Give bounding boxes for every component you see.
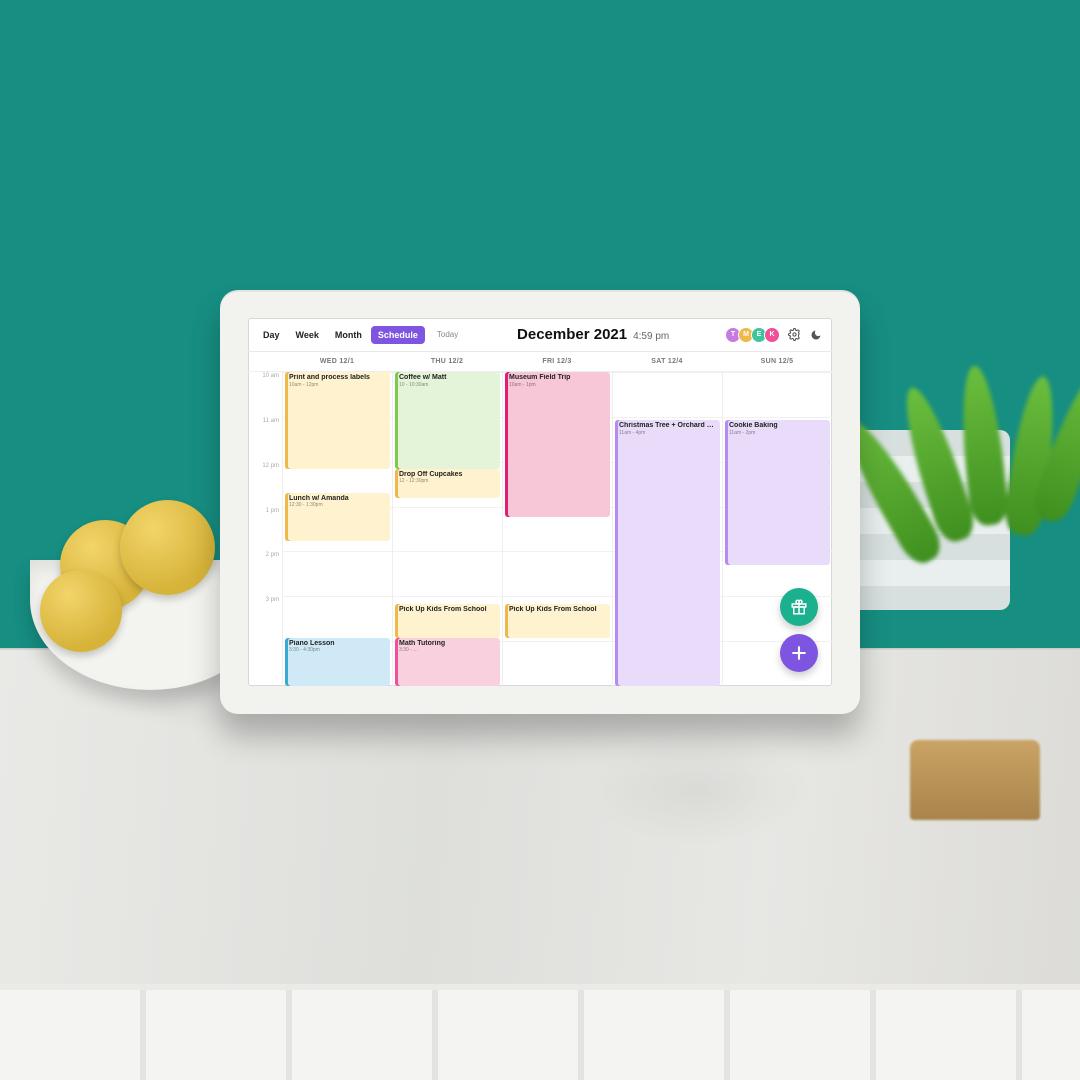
- event-time: 12 - 12:30pm: [399, 478, 496, 484]
- day-header: FRI 12/3: [502, 352, 612, 371]
- gear-icon: [788, 328, 801, 341]
- calendar-event[interactable]: Coffee w/ Matt10 - 10:30am: [395, 372, 500, 469]
- calendar-app: Day Week Month Schedule Today December 2…: [248, 318, 832, 686]
- tab-month[interactable]: Month: [328, 326, 369, 344]
- event-time: 12:30 - 1:30pm: [289, 502, 386, 508]
- fruit: [120, 500, 215, 595]
- event-time: 11am - 4pm: [619, 430, 716, 436]
- event-title: Piano Lesson: [289, 640, 386, 648]
- event-title: Cookie Baking: [729, 422, 826, 430]
- gift-icon: [790, 598, 808, 616]
- fruit: [40, 570, 122, 652]
- day-header: THU 12/2: [392, 352, 502, 371]
- calendar-event[interactable]: Math Tutoring3:30 - …: [395, 638, 500, 686]
- event-title: Christmas Tree + Orchard Tour: [619, 422, 716, 430]
- user-avatars: TMEK: [728, 327, 780, 343]
- app-header: Day Week Month Schedule Today December 2…: [248, 318, 832, 352]
- day-header: SUN 12/5: [722, 352, 832, 371]
- time-label: 10 am: [248, 372, 282, 417]
- time-label: 1 pm: [248, 507, 282, 552]
- time-label: 3 pm: [248, 596, 282, 641]
- user-avatar[interactable]: K: [764, 327, 780, 343]
- tab-week[interactable]: Week: [289, 326, 326, 344]
- day-column[interactable]: Museum Field Trip10am - 1pm Pick Up Kids …: [502, 372, 612, 686]
- tab-day[interactable]: Day: [256, 326, 287, 344]
- kitchen-counter: [0, 650, 1080, 1080]
- night-mode-button[interactable]: [808, 327, 824, 343]
- today-button[interactable]: Today: [437, 330, 458, 339]
- event-time: 3:30 - …: [399, 647, 496, 653]
- day-header-row: WED 12/1 THU 12/2 FRI 12/3 SAT 12/4 SUN …: [248, 352, 832, 372]
- current-time: 4:59 pm: [633, 331, 669, 342]
- time-label: [248, 641, 282, 686]
- calendar-event[interactable]: Pick Up Kids From School: [505, 604, 610, 638]
- settings-button[interactable]: [786, 327, 802, 343]
- event-time: 10 - 10:30am: [399, 382, 496, 388]
- add-event-button[interactable]: [780, 634, 818, 672]
- event-time: 3:30 - 4:30pm: [289, 647, 386, 653]
- month-title: December 2021: [517, 326, 627, 343]
- event-time: 10am - 1pm: [509, 382, 606, 388]
- event-time: 10am - 12pm: [289, 382, 386, 388]
- calendar-event[interactable]: Cookie Baking11am - 2pm: [725, 420, 830, 565]
- event-title: Math Tutoring: [399, 640, 496, 648]
- calendar-grid: 10 am11 am12 pm1 pm2 pm3 pm Print and pr…: [248, 372, 832, 686]
- calendar-event[interactable]: Museum Field Trip10am - 1pm: [505, 372, 610, 517]
- gift-button[interactable]: [780, 588, 818, 626]
- event-title: Lunch w/ Amanda: [289, 495, 386, 503]
- cutting-board: [910, 740, 1040, 820]
- time-gutter: 10 am11 am12 pm1 pm2 pm3 pm: [248, 372, 282, 686]
- event-title: Pick Up Kids From School: [399, 606, 496, 614]
- event-title: Coffee w/ Matt: [399, 374, 496, 382]
- day-column[interactable]: Cookie Baking11am - 2pm: [722, 372, 832, 686]
- calendar-event[interactable]: Christmas Tree + Orchard Tour11am - 4pm: [615, 420, 720, 686]
- day-column[interactable]: Print and process labels10am - 12pm Lunch…: [282, 372, 392, 686]
- calendar-event[interactable]: Drop Off Cupcakes12 - 12:30pm: [395, 469, 500, 498]
- time-label: 11 am: [248, 417, 282, 462]
- moon-icon: [810, 329, 822, 341]
- day-column[interactable]: Coffee w/ Matt10 - 10:30amDrop Off Cupca…: [392, 372, 502, 686]
- event-title: Pick Up Kids From School: [509, 606, 606, 614]
- tablet-frame: Day Week Month Schedule Today December 2…: [220, 290, 860, 714]
- time-label: 12 pm: [248, 462, 282, 507]
- event-time: 11am - 2pm: [729, 430, 826, 436]
- calendar-event[interactable]: Print and process labels10am - 12pm: [285, 372, 390, 469]
- time-label: 2 pm: [248, 551, 282, 596]
- calendar-event[interactable]: Pick Up Kids From School: [395, 604, 500, 638]
- calendar-event[interactable]: Piano Lesson3:30 - 4:30pm: [285, 638, 390, 686]
- event-title: Print and process labels: [289, 374, 386, 382]
- calendar-event[interactable]: Lunch w/ Amanda12:30 - 1:30pm: [285, 493, 390, 541]
- event-title: Drop Off Cupcakes: [399, 471, 496, 479]
- day-column[interactable]: Christmas Tree + Orchard Tour11am - 4pm: [612, 372, 722, 686]
- event-title: Museum Field Trip: [509, 374, 606, 382]
- day-header: WED 12/1: [282, 352, 392, 371]
- view-tabs: Day Week Month Schedule: [256, 326, 425, 344]
- day-header: SAT 12/4: [612, 352, 722, 371]
- tab-schedule[interactable]: Schedule: [371, 326, 425, 344]
- plus-icon: [789, 643, 809, 663]
